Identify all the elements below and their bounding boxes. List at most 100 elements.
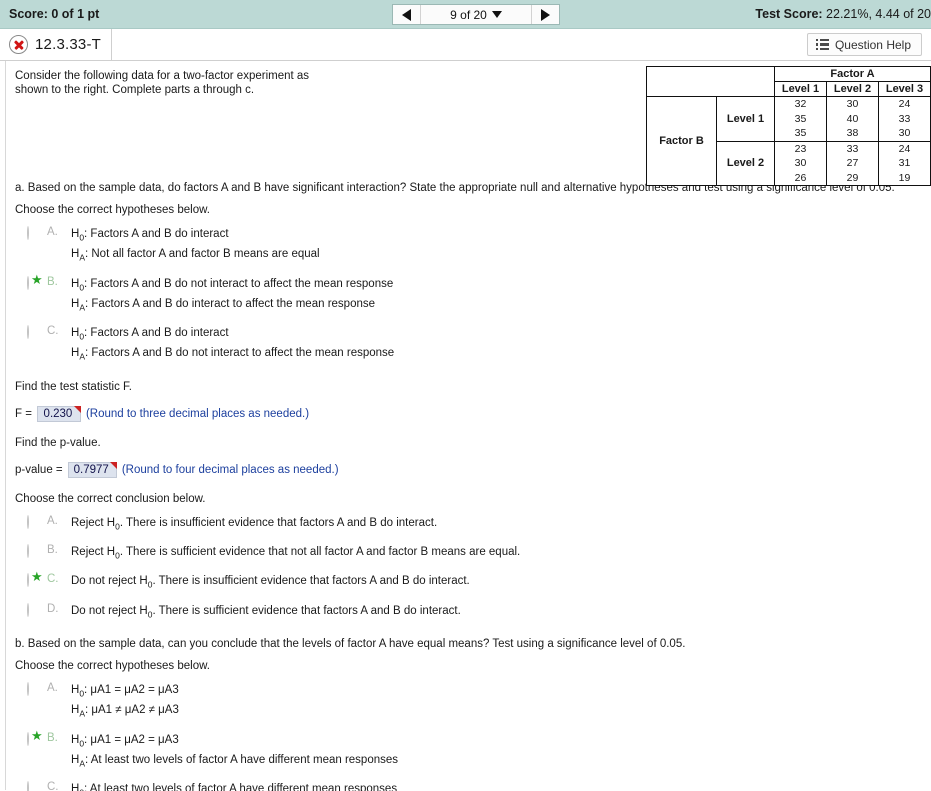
chevron-down-icon	[491, 11, 502, 18]
next-question-button[interactable]	[531, 5, 559, 24]
choice-letter: B.	[47, 275, 58, 288]
choice-letter: B.	[47, 544, 58, 557]
factor-b-header: Factor B	[646, 96, 717, 186]
test-score-label: Test Score:	[755, 7, 823, 21]
radio-button[interactable]	[27, 781, 40, 791]
cell-b2-a2: 33 27 29	[846, 142, 859, 184]
row-label-level1: Level 1	[716, 96, 775, 142]
null-hypothesis: H0: At least two levels of factor A have…	[71, 783, 398, 791]
part-b-instruction: Choose the correct hypotheses below.	[15, 659, 210, 672]
column-header-level3: Level 3	[878, 81, 931, 97]
alternative-hypothesis: HA: μA1 ≠ μA2 ≠ μA3	[71, 704, 179, 719]
radio-button[interactable]: ★	[27, 570, 43, 588]
conclusion-text: Reject H0. There is insufficient evidenc…	[71, 516, 438, 532]
choice-letter: B.	[47, 731, 58, 744]
conclusion-text: Do not reject H0. There is insufficient …	[71, 575, 470, 590]
triangle-right-icon	[541, 8, 550, 21]
null-hypothesis: H0: Factors A and B do interact	[71, 228, 229, 243]
cell-b1-a3: 24 33 30	[898, 98, 911, 139]
p-value-prompt: Find the p-value.	[15, 436, 101, 449]
choice-letter: A.	[47, 514, 58, 527]
prompt-line-1: Consider the following data for a two-fa…	[15, 70, 310, 82]
part-a-instruction: Choose the correct hypotheses below.	[15, 204, 210, 216]
radio-button[interactable]	[27, 544, 40, 559]
cell-b2-a1: 23 30 26	[794, 142, 807, 184]
radio-button[interactable]	[27, 226, 40, 240]
alternative-hypothesis: HA: Factors A and B do not interact to a…	[71, 347, 395, 362]
test-statistic-hint: (Round to three decimal places as needed…	[85, 407, 310, 420]
p-value-input[interactable]: 0.7977	[67, 461, 118, 478]
correct-answer-star-icon: ★	[31, 569, 43, 585]
null-hypothesis: H0: μA1 = μA2 = μA3	[71, 733, 179, 748]
null-hypothesis: H0: Factors A and B do interact	[71, 327, 229, 342]
test-statistic-label: F =	[15, 407, 32, 420]
question-help-label: Question Help	[834, 37, 911, 52]
conclusion-choice-c[interactable]: ★ C. Do not reject H0. There is insuffic…	[15, 570, 931, 593]
cell-b2-a3: 24 31 19	[898, 142, 911, 184]
score-bar: Score: 0 of 1 pt 9 of 20 Test Score: 22.…	[0, 0, 931, 29]
question-content: Consider the following data for a two-fa…	[5, 61, 931, 791]
conclusion-text: Do not reject H0. There is sufficient ev…	[71, 604, 461, 619]
radio-button[interactable]	[27, 325, 40, 340]
p-value-row: p-value = 0.7977 (Round to four decimal …	[15, 461, 931, 478]
cell-b1-a1: 32 35 35	[794, 98, 807, 139]
radio-button[interactable]	[27, 602, 40, 617]
conclusion-choice-d[interactable]: D. Do not reject H0. There is sufficient…	[15, 602, 931, 623]
correct-answer-star-icon: ★	[31, 727, 43, 743]
part-b-choice-c[interactable]: C. H0: At least two levels of factor A h…	[15, 781, 931, 791]
question-id-group: 12.3.33-T	[0, 29, 113, 60]
prompt-row: Consider the following data for a two-fa…	[15, 61, 931, 186]
question-help-button[interactable]: Question Help	[806, 33, 922, 56]
test-statistic-row: F = 0.230 (Round to three decimal places…	[15, 405, 931, 422]
prompt-line-2: shown to the right. Complete parts a thr…	[15, 84, 255, 96]
part-b-question: b. Based on the sample data, can you con…	[15, 637, 686, 650]
question-navigator[interactable]: 9 of 20	[392, 4, 560, 25]
previous-question-button[interactable]	[393, 5, 421, 24]
list-icon	[815, 39, 829, 51]
correct-answer-star-icon: ★	[31, 271, 43, 287]
radio-button[interactable]	[27, 514, 40, 529]
cell-b1-a2: 30 40 38	[846, 98, 859, 139]
data-table: Factor A Level 1 Level 2 Level 3 Factor …	[646, 66, 931, 186]
p-value-hint: (Round to four decimal places as needed.…	[121, 463, 339, 476]
null-hypothesis: H0: μA1 = μA2 = μA3	[71, 683, 179, 699]
choice-letter: C.	[47, 573, 59, 586]
conclusion-text: Reject H0. There is sufficient evidence …	[71, 546, 521, 561]
conclusion-choice-b[interactable]: B. Reject H0. There is sufficient eviden…	[15, 544, 931, 564]
alternative-hypothesis: HA: Factors A and B do interact to affec…	[71, 297, 375, 313]
alternative-hypothesis: HA: At least two levels of factor A have…	[71, 753, 399, 769]
question-number-label: 9 of 20	[450, 7, 487, 22]
question-number-dropdown[interactable]: 9 of 20	[421, 5, 531, 24]
conclusion-instruction: Choose the correct conclusion below.	[15, 492, 206, 505]
score-label: Score: 0 of 1 pt	[9, 7, 100, 21]
part-a-choice-a[interactable]: A. H0: Factors A and B do interact HA: N…	[15, 226, 931, 267]
part-b-choice-b[interactable]: ★ B. H0: μA1 = μA2 = μA3 HA: At least tw…	[15, 729, 931, 773]
test-score: Test Score: 22.21%, 4.44 of 20	[755, 7, 931, 21]
radio-button[interactable]: ★	[27, 273, 43, 290]
question-id-bar: 12.3.33-T Question Help	[0, 29, 931, 61]
choice-letter: A.	[47, 681, 58, 694]
row-label-level2: Level 2	[716, 140, 775, 186]
column-header-level1: Level 1	[774, 81, 827, 97]
choice-letter: C.	[47, 325, 59, 338]
p-value-label: p-value =	[15, 463, 63, 476]
null-hypothesis: H0: Factors A and B do not interact to a…	[71, 277, 394, 292]
choice-letter: D.	[47, 602, 59, 615]
table-row: Factor B Level 1 32 35 35 30 40 38 24 33…	[646, 96, 931, 186]
conclusion-choice-a[interactable]: A. Reject H0. There is insufficient evid…	[15, 514, 931, 535]
column-header-level2: Level 2	[826, 81, 879, 97]
alternative-hypothesis: HA: Not all factor A and factor B means …	[71, 248, 320, 263]
choice-letter: C.	[47, 781, 59, 791]
choice-letter: A.	[47, 226, 58, 238]
factor-a-header: Factor A	[774, 66, 931, 82]
triangle-left-icon	[402, 8, 411, 21]
test-score-value: 22.21%, 4.44 of 20	[826, 7, 931, 21]
radio-button[interactable]: ★	[27, 729, 43, 746]
part-a-choice-c[interactable]: C. H0: Factors A and B do interact HA: F…	[15, 325, 931, 366]
test-statistic-prompt: Find the test statistic F.	[15, 380, 132, 393]
incorrect-x-icon	[9, 35, 28, 54]
part-b-choice-a[interactable]: A. H0: μA1 = μA2 = μA3 HA: μA1 ≠ μA2 ≠ μ…	[15, 681, 931, 723]
radio-button[interactable]	[27, 681, 40, 696]
part-a-choice-b[interactable]: ★ B. H0: Factors A and B do not interact…	[15, 273, 931, 317]
test-statistic-input[interactable]: 0.230	[36, 405, 81, 422]
